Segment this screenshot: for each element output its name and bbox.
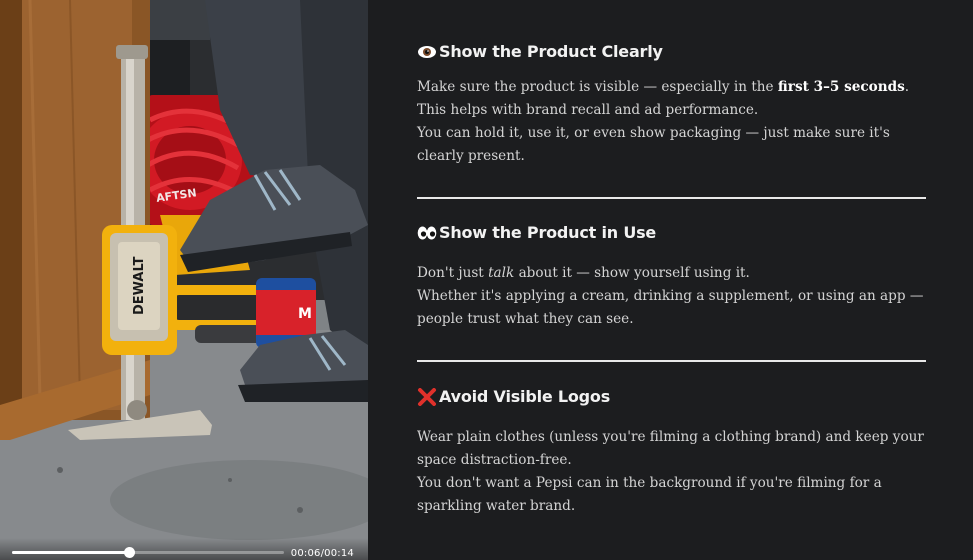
video-controls: 00:06/00:14 bbox=[0, 538, 368, 560]
section-show-product-in-use: Show the Product in Use Don't just talk … bbox=[417, 223, 927, 331]
section-divider bbox=[417, 197, 926, 199]
app-root: AFTSN DEWALT M 00:06/00:14 Show the Prod… bbox=[0, 0, 973, 560]
section-body: Don't just talk about it — show yourself… bbox=[417, 262, 927, 331]
red-x-icon bbox=[417, 387, 438, 406]
section-divider bbox=[417, 360, 926, 362]
eye-icon bbox=[417, 43, 438, 61]
section-title: Show the Product in Use bbox=[417, 223, 927, 242]
eyes-icon bbox=[417, 224, 438, 242]
section-paragraph: You can hold it, use it, or even show pa… bbox=[417, 125, 890, 164]
seek-thumb[interactable] bbox=[123, 547, 135, 558]
section-avoid-visible-logos: Avoid Visible Logos Wear plain clothes (… bbox=[417, 387, 927, 518]
section-paragraph: Wear plain clothes (unless you're filmin… bbox=[417, 429, 924, 468]
section-paragraph: Don't just talk about it — show yourself… bbox=[417, 265, 750, 281]
section-paragraph: Whether it's applying a cream, drinking … bbox=[417, 288, 924, 327]
seek-bar-progress bbox=[12, 551, 129, 554]
section-title-text: Show the Product Clearly bbox=[439, 42, 663, 61]
section-title-text: Show the Product in Use bbox=[439, 223, 657, 242]
section-body: Make sure the product is visible — espec… bbox=[417, 76, 927, 168]
video-player[interactable]: AFTSN DEWALT M 00:06/00:14 bbox=[0, 0, 368, 560]
tips-panel: Show the Product Clearly Make sure the p… bbox=[368, 0, 973, 560]
emphasis-text: talk bbox=[488, 265, 515, 281]
video-frame[interactable]: AFTSN DEWALT M bbox=[0, 0, 368, 560]
can-label: M bbox=[298, 306, 312, 322]
section-title-text: Avoid Visible Logos bbox=[439, 387, 611, 406]
section-paragraph: You don't want a Pepsi can in the backgr… bbox=[417, 475, 882, 514]
section-show-product-clearly: Show the Product Clearly Make sure the p… bbox=[417, 42, 927, 168]
emphasis-text: first 3–5 seconds bbox=[777, 79, 905, 95]
section-body: Wear plain clothes (unless you're filmin… bbox=[417, 426, 927, 518]
time-readout: 00:06/00:14 bbox=[290, 548, 354, 559]
section-title: Show the Product Clearly bbox=[417, 42, 927, 61]
seek-bar[interactable] bbox=[12, 547, 284, 558]
product-logo: DEWALT bbox=[132, 256, 147, 315]
section-title: Avoid Visible Logos bbox=[417, 387, 927, 406]
section-paragraph: Make sure the product is visible — espec… bbox=[417, 79, 910, 118]
